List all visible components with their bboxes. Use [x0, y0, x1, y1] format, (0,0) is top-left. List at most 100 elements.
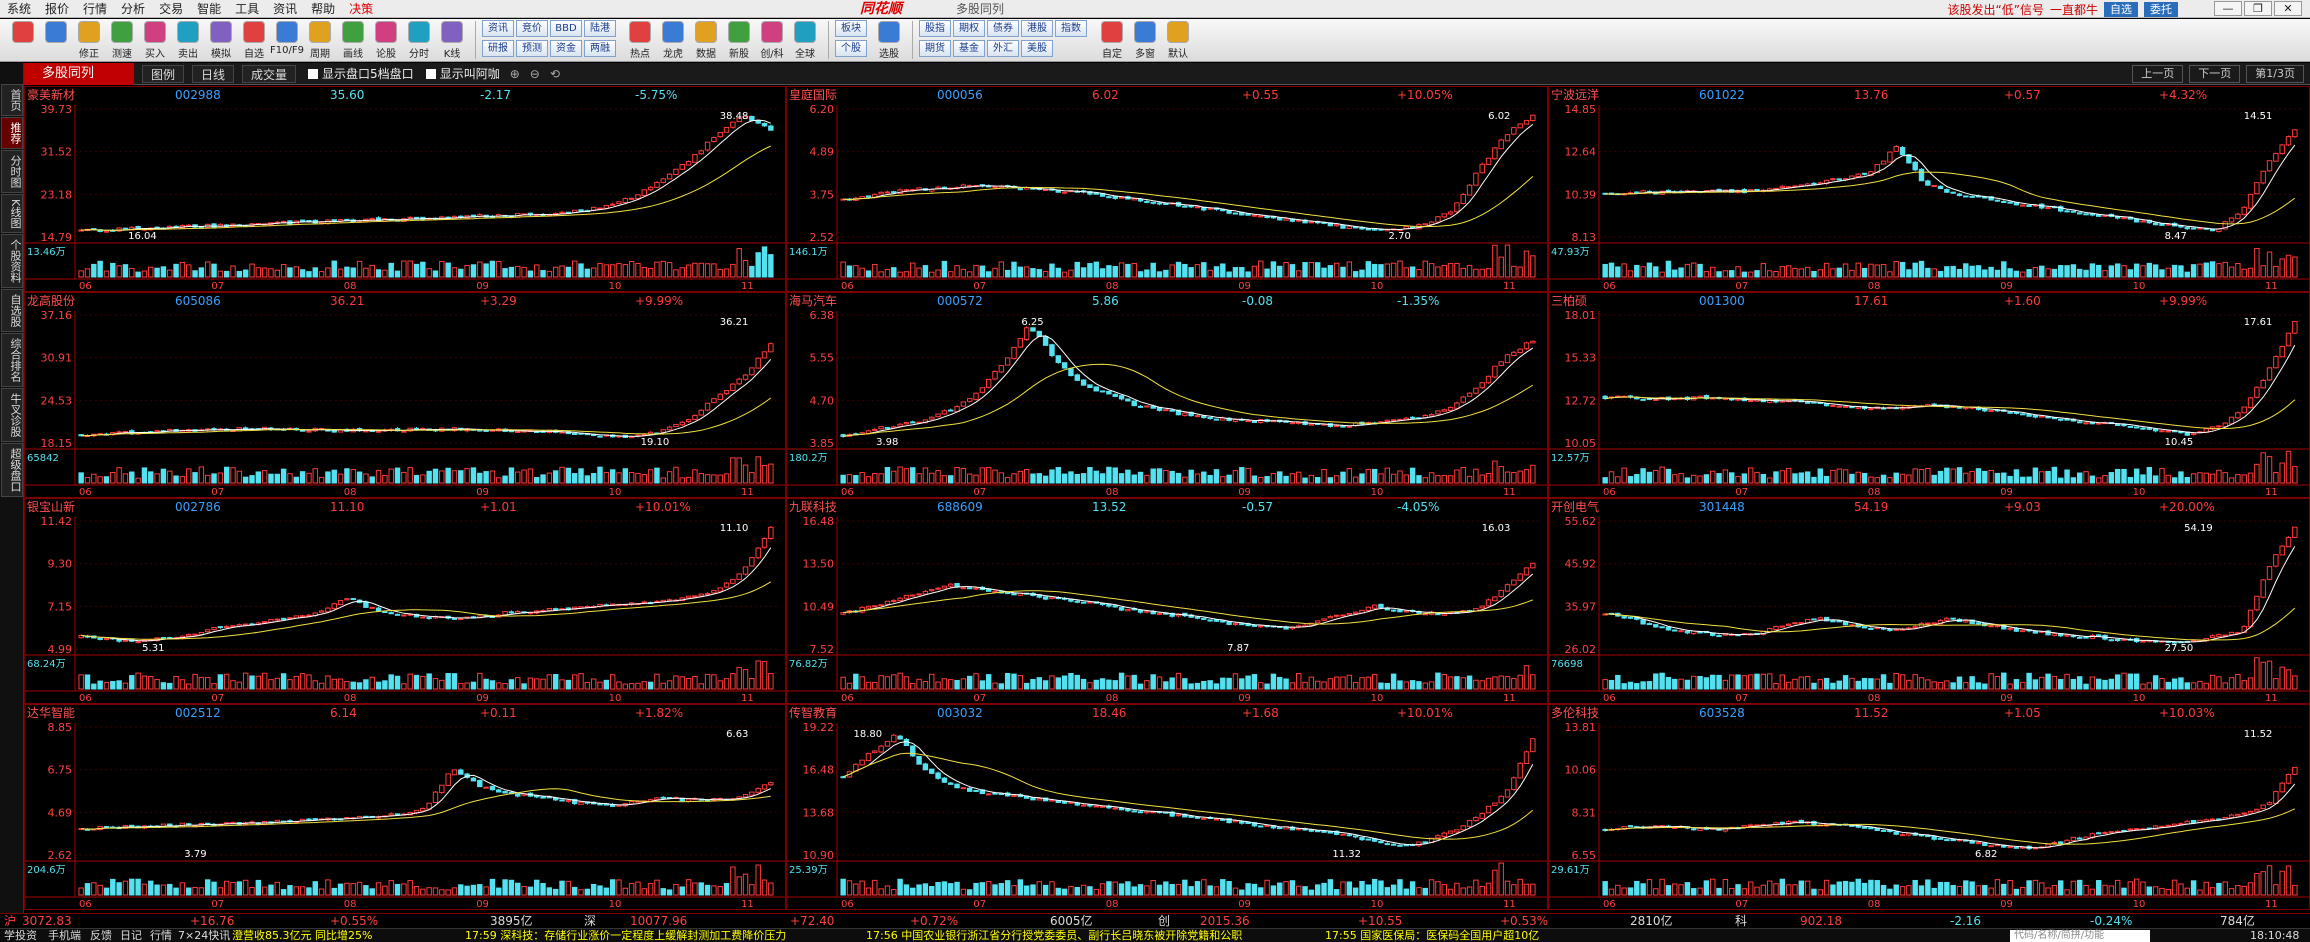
menu-quote[interactable]: 报价 — [38, 0, 76, 18]
stock-name[interactable]: 龙高股份 — [27, 293, 75, 309]
next-page-button[interactable]: 下一页 — [2189, 65, 2241, 83]
tab-market[interactable]: 行情 — [150, 929, 172, 942]
signal-hint[interactable]: 该股发出“低”信号 — [1948, 1, 2044, 18]
side-tab[interactable]: 推荐 — [1, 117, 23, 149]
refresh-icon[interactable]: ⟲ — [550, 67, 560, 81]
side-tab[interactable]: 综合排名 — [1, 333, 23, 388]
bull-hint[interactable]: 一直都牛 — [2050, 1, 2098, 18]
login-button[interactable]: 自选 — [2104, 1, 2138, 17]
show-realtime-checkbox[interactable]: 显示叫阿咖 — [425, 65, 500, 82]
period-dropdown[interactable]: 日线 — [192, 64, 235, 83]
menu-system[interactable]: 系统 — [0, 0, 38, 18]
stock-chart-pane[interactable]: 九联科技 688609 13.52 -0.57 -4.05% 16.48 13.50 10.4… — [786, 498, 1548, 704]
side-tab[interactable]: K线图 — [1, 194, 23, 234]
stock-chart-pane[interactable]: 海马汽车 000572 5.86 -0.08 -1.35% 6.38 5.55 4.70 3.8… — [786, 292, 1548, 498]
toolbar-kline-button[interactable]: K线 — [437, 19, 467, 61]
side-tab[interactable]: 牛叉诊股 — [1, 388, 23, 443]
menu-analysis[interactable]: 分析 — [114, 0, 152, 18]
minimize-button[interactable]: — — [2214, 1, 2242, 16]
sh-index-value[interactable]: 3072.83 — [22, 914, 72, 929]
layout-dropdown[interactable]: 图例 — [142, 64, 185, 83]
side-tab[interactable]: 个股资料 — [1, 234, 23, 289]
toolbar-small-button[interactable]: 板块 — [835, 20, 867, 37]
stock-chart-pane[interactable]: 宁波远洋 601022 13.76 +0.57 +4.32% 14.85 12.64 10.3… — [1548, 86, 2310, 292]
stock-search-input[interactable]: 代码/名称/简拼/功能 — [2010, 930, 2150, 942]
toolbar-home-button[interactable]: 默认 — [1163, 19, 1193, 61]
toolbar-small-button[interactable]: 两融 — [584, 40, 616, 57]
toolbar-custom-button[interactable]: 自定 — [1097, 19, 1127, 61]
toolbar-innov-button[interactable]: 创/科 — [757, 19, 787, 61]
toolbar-small-button[interactable]: 竞价 — [516, 20, 548, 37]
stock-name[interactable]: 海马汽车 — [789, 293, 837, 309]
stock-picker-button[interactable]: 选股 — [874, 19, 904, 61]
toolbar-small-button[interactable]: 基金 — [953, 40, 985, 57]
toolbar-timeline-button[interactable]: 分时 — [404, 19, 434, 61]
toolbar-small-button[interactable]: BBD — [550, 20, 582, 37]
toolbar-window-button[interactable] — [8, 19, 38, 61]
stock-chart-pane[interactable]: 皇庭国际 000056 6.02 +0.55 +10.05% 6.20 4.89 3.75 2.… — [786, 86, 1548, 292]
toolbar-small-button[interactable]: 指数 — [1055, 20, 1087, 37]
tab-feedback[interactable]: 反馈 — [90, 929, 112, 942]
toolbar-small-button[interactable]: 资讯 — [482, 20, 514, 37]
tab-learn[interactable]: 学投资 — [4, 929, 37, 942]
stock-chart-pane[interactable]: 三柏硕 001300 17.61 +1.60 +9.99% 18.01 15.33 12.72… — [1548, 292, 2310, 498]
tab-7x24-news[interactable]: 7×24快讯 — [178, 929, 230, 942]
tab-diary[interactable]: 日记 — [120, 929, 142, 942]
stock-chart-pane[interactable]: 多伦科技 603528 11.52 +1.05 +10.03% 13.81 10.06 8.3… — [1548, 704, 2310, 910]
toolbar-hammer-button[interactable]: 模拟 — [206, 19, 236, 61]
toolbar-cycle-button[interactable]: 周期 — [305, 19, 335, 61]
zoom-in-icon[interactable]: ⊕ — [510, 67, 520, 81]
toolbar-small-button[interactable]: 外汇 — [987, 40, 1019, 57]
toolbar-discuss-button[interactable]: 论股 — [371, 19, 401, 61]
stock-name[interactable]: 宁波远洋 — [1551, 87, 1599, 103]
menu-info[interactable]: 资讯 — [266, 0, 304, 18]
stock-name[interactable]: 皇庭国际 — [789, 87, 837, 103]
menu-decision[interactable]: 决策 — [342, 0, 380, 18]
toolbar-clock-button[interactable]: 测速 — [107, 19, 137, 61]
stock-name[interactable]: 豪美新材 — [27, 87, 75, 103]
toolbar-small-button[interactable]: 期货 — [919, 40, 951, 57]
toolbar-face-button[interactable]: 修正 — [74, 19, 104, 61]
stock-name[interactable]: 九联科技 — [789, 499, 837, 515]
toolbar-globe-button[interactable]: 全球 — [790, 19, 820, 61]
stock-chart-pane[interactable]: 传智教育 003032 18.46 +1.68 +10.01% 19.22 16.48 13.… — [786, 704, 1548, 910]
toolbar-small-button[interactable]: 陆港 — [584, 20, 616, 37]
toolbar-fire-button[interactable]: 热点 — [625, 19, 655, 61]
stock-name[interactable]: 银宝山新 — [27, 499, 75, 515]
stock-name[interactable]: 达华智能 — [27, 705, 75, 721]
toolbar-newstock-button[interactable]: 新股 — [724, 19, 754, 61]
tab-mobile[interactable]: 手机端 — [48, 929, 81, 942]
stock-name[interactable]: 三柏硕 — [1551, 293, 1587, 309]
cy-index-value[interactable]: 2015.36 — [1200, 914, 1250, 929]
toolbar-small-button[interactable]: 个股 — [835, 40, 867, 57]
menu-market[interactable]: 行情 — [76, 0, 114, 18]
side-tab[interactable]: 自选股 — [1, 289, 23, 333]
menu-tools[interactable]: 工具 — [228, 0, 266, 18]
toolbar-small-button[interactable]: 股指 — [919, 20, 951, 37]
toolbar-pen-button[interactable]: 画线 — [338, 19, 368, 61]
toolbar-dragon-button[interactable]: 龙虎 — [658, 19, 688, 61]
stock-name[interactable]: 开创电气 — [1551, 499, 1599, 515]
toolbar-small-button[interactable]: 资金 — [550, 40, 582, 57]
side-tab[interactable]: 分时图 — [1, 150, 23, 193]
toolbar-f10-button[interactable]: F10/F9 — [270, 19, 304, 61]
stock-name[interactable]: 多伦科技 — [1551, 705, 1599, 721]
trade-button[interactable]: 委托 — [2144, 1, 2178, 17]
stock-chart-pane[interactable]: 豪美新材 002988 35.60 -2.17 -5.75% 39.73 31.52 23.1… — [24, 86, 786, 292]
menu-smart[interactable]: 智能 — [190, 0, 228, 18]
menu-trade[interactable]: 交易 — [152, 0, 190, 18]
toolbar-small-button[interactable]: 预测 — [516, 40, 548, 57]
news-item[interactable]: 17:59 深科技：存储行业涨价一定程度上缓解封测加工费降价压力 — [465, 929, 786, 942]
close-button[interactable]: ✕ — [2274, 1, 2302, 16]
toolbar-data-button[interactable]: 数据 — [691, 19, 721, 61]
sz-index-value[interactable]: 10077.96 — [630, 914, 687, 929]
toolbar-small-button[interactable]: 研报 — [482, 40, 514, 57]
stock-chart-pane[interactable]: 银宝山新 002786 11.10 +1.01 +10.01% 11.42 9.30 7.15… — [24, 498, 786, 704]
show-orderbook-checkbox[interactable]: 显示盘口5档盘口 — [308, 65, 414, 82]
stock-chart-pane[interactable]: 达华智能 002512 6.14 +0.11 +1.82% 8.85 6.75 4.69 2.6… — [24, 704, 786, 910]
side-tab[interactable]: 首页 — [1, 84, 23, 116]
kc-index-value[interactable]: 902.18 — [1800, 914, 1842, 929]
news-item[interactable]: 17:55 国家医保局：医保码全国用户超10亿 — [1325, 929, 1539, 942]
news-item[interactable]: 澄营收85.3亿元 同比增25% — [232, 929, 372, 942]
indicator-dropdown[interactable]: 成交量 — [242, 64, 297, 83]
